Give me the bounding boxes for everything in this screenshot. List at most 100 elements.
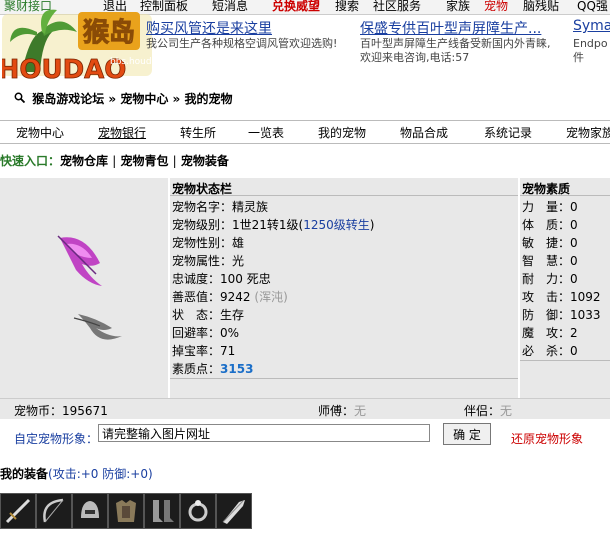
top-menu-item[interactable]: 社区服务 [373,0,421,14]
quality-value: 1092 [570,290,601,304]
coin-row: 宠物币：195671 师傅：无 伴侣：无 [0,398,610,419]
logo-url: bbs.houdao.com [110,57,152,67]
pet-image-panel [0,178,168,398]
equipment-title-text: 我的装备 [0,467,49,481]
site-logo[interactable]: 猴岛 HOUDAO bbs.houdao.com [0,2,185,86]
equip-slot-ring[interactable] [180,493,216,529]
quick-link-equipment[interactable]: 宠物装备 [181,154,229,168]
divider [520,195,610,196]
partner-label: 伴侣： [464,404,501,418]
quality-value: 0 [570,272,578,286]
top-menu-item[interactable]: 宠物 [484,0,508,14]
logo-cn-text: 猴岛 [83,17,135,48]
pet-gender-label: 宠物性别： [172,236,233,250]
quality-label: 敏 捷： [522,236,571,250]
quality-value: 0 [570,344,578,358]
loyalty-value: 100 死忠 [220,272,271,286]
pet-attr-label: 宠物属性： [172,254,233,268]
sword-icon [5,498,31,524]
nav-item-synthesis[interactable]: 物品合成 [400,124,448,141]
quick-link-warehouse[interactable]: 宠物仓库 [60,154,108,168]
partner-value: 无 [500,404,513,418]
state-value: 生存 [220,308,245,322]
quick-link-bag[interactable]: 宠物青包 [120,154,168,168]
image-url-input[interactable] [98,424,430,442]
quality-label: 力 量： [522,200,571,214]
logo-text: HOUDAO [2,55,126,85]
top-menu-item[interactable]: 家族 [446,0,470,14]
divider [170,195,518,196]
quality-value: 1033 [570,308,601,322]
quick-sep: | [172,154,177,168]
quality-label: 耐 力： [522,272,571,286]
breadcrumb-pet-center[interactable]: 宠物中心 [120,92,168,106]
boots-icon [153,500,174,522]
restore-image-link[interactable]: 还原宠物形象 [511,430,583,447]
karma-value: 9242 [220,290,251,304]
points-label: 素质点： [172,362,221,376]
quality-value: 2 [570,326,578,340]
loyalty-label: 忠诚度： [172,272,221,286]
breadcrumb-sep: » [108,92,117,106]
rebirth-link[interactable]: 1250级转生 [303,218,370,232]
quality-label: 体 质： [522,218,571,232]
breadcrumb-forum[interactable]: 猴岛游戏论坛 [32,92,104,106]
pet-status-panel: 宠物状态栏 宠物名字：精灵族 宠物级别：1世21转1级(1250级转生) 宠物性… [170,178,518,398]
top-menu-item[interactable]: 脑残贴 [523,0,559,14]
state-label: 状 态： [172,308,221,322]
quality-label: 魔 攻： [522,326,571,340]
equip-slot-blade[interactable] [216,493,252,529]
equip-slot-boots[interactable] [144,493,180,529]
pet-level-close: ) [369,218,375,232]
pet-gender: 雄 [232,236,245,250]
quality-value: 0 [570,218,578,232]
quality-label: 攻 击： [522,290,571,304]
nav-pet-bank[interactable]: 宠物银行 [98,124,146,141]
equip-slot-bow[interactable] [36,493,72,529]
nav-rebirth[interactable]: 转生所 [180,124,216,141]
top-menu-item[interactable]: 兑换威望 [272,0,320,14]
quality-value: 0 [570,236,578,250]
breadcrumb-sep: » [172,92,181,106]
pet-nav-bar: 宠物中心 宠物银行 转生所 一览表 我的宠物 物品合成 系统记录 宠物家族 [0,120,610,144]
top-menu-item[interactable]: 搜索 [335,0,359,14]
quick-sep: | [112,154,117,168]
breadcrumb-my-pet: 我的宠物 [184,92,233,106]
pet-level: 1世21转1级( [232,218,304,232]
ad-title-3[interactable]: Symar [573,18,610,34]
breadcrumb: 猴岛游戏论坛 » 宠物中心 » 我的宠物 [14,90,233,107]
ad-title-2[interactable]: 保盛专供百叶型声屏障生产... [360,18,541,38]
ad-desc-2: 百叶型声屏障生产线备受新国内外青睐,欢迎来电咨询,电话:57 [360,37,551,64]
nav-pet-family[interactable]: 宠物家族 [566,124,610,141]
top-menu-item[interactable]: QQ强 [577,0,608,14]
equip-slot-armor[interactable] [108,493,144,529]
armor-icon [116,500,136,522]
quality-label: 智 慧： [522,254,571,268]
nav-pet-center[interactable]: 宠物中心 [16,124,64,141]
coin-label: 宠物币： [14,404,63,418]
pet-name: 精灵族 [232,200,269,214]
pet-attr: 光 [232,254,245,268]
equip-slot-helmet[interactable] [72,493,108,529]
ring-icon [188,500,208,522]
divider [520,360,610,361]
coin-value: 195671 [62,404,108,418]
nav-overview[interactable]: 一览表 [248,124,284,141]
nav-my-pet[interactable]: 我的宠物 [318,124,366,141]
bow-icon [43,498,64,523]
quality-value: 0 [570,254,578,268]
nav-system-log[interactable]: 系统记录 [484,124,532,141]
dodge-value: 0% [220,326,240,340]
equipment-stats: (攻击:+0 防御:+0) [48,467,153,481]
karma-note: (浑沌) [254,290,288,304]
ad-title-1[interactable]: 购买风管还是来这里 [146,18,272,38]
confirm-button[interactable]: 确 定 [443,423,491,445]
ad-desc-3: Endpo件 [573,37,608,64]
drop-label: 掉宝率： [172,344,221,358]
master-label: 师傅： [318,404,355,418]
quality-label: 防 御： [522,308,571,322]
equipment-title: 我的装备(攻击:+0 防御:+0) [0,465,153,482]
top-menu-item[interactable]: 短消息 [212,0,248,14]
master-value: 无 [354,404,367,418]
equip-slot-sword[interactable] [0,493,36,529]
